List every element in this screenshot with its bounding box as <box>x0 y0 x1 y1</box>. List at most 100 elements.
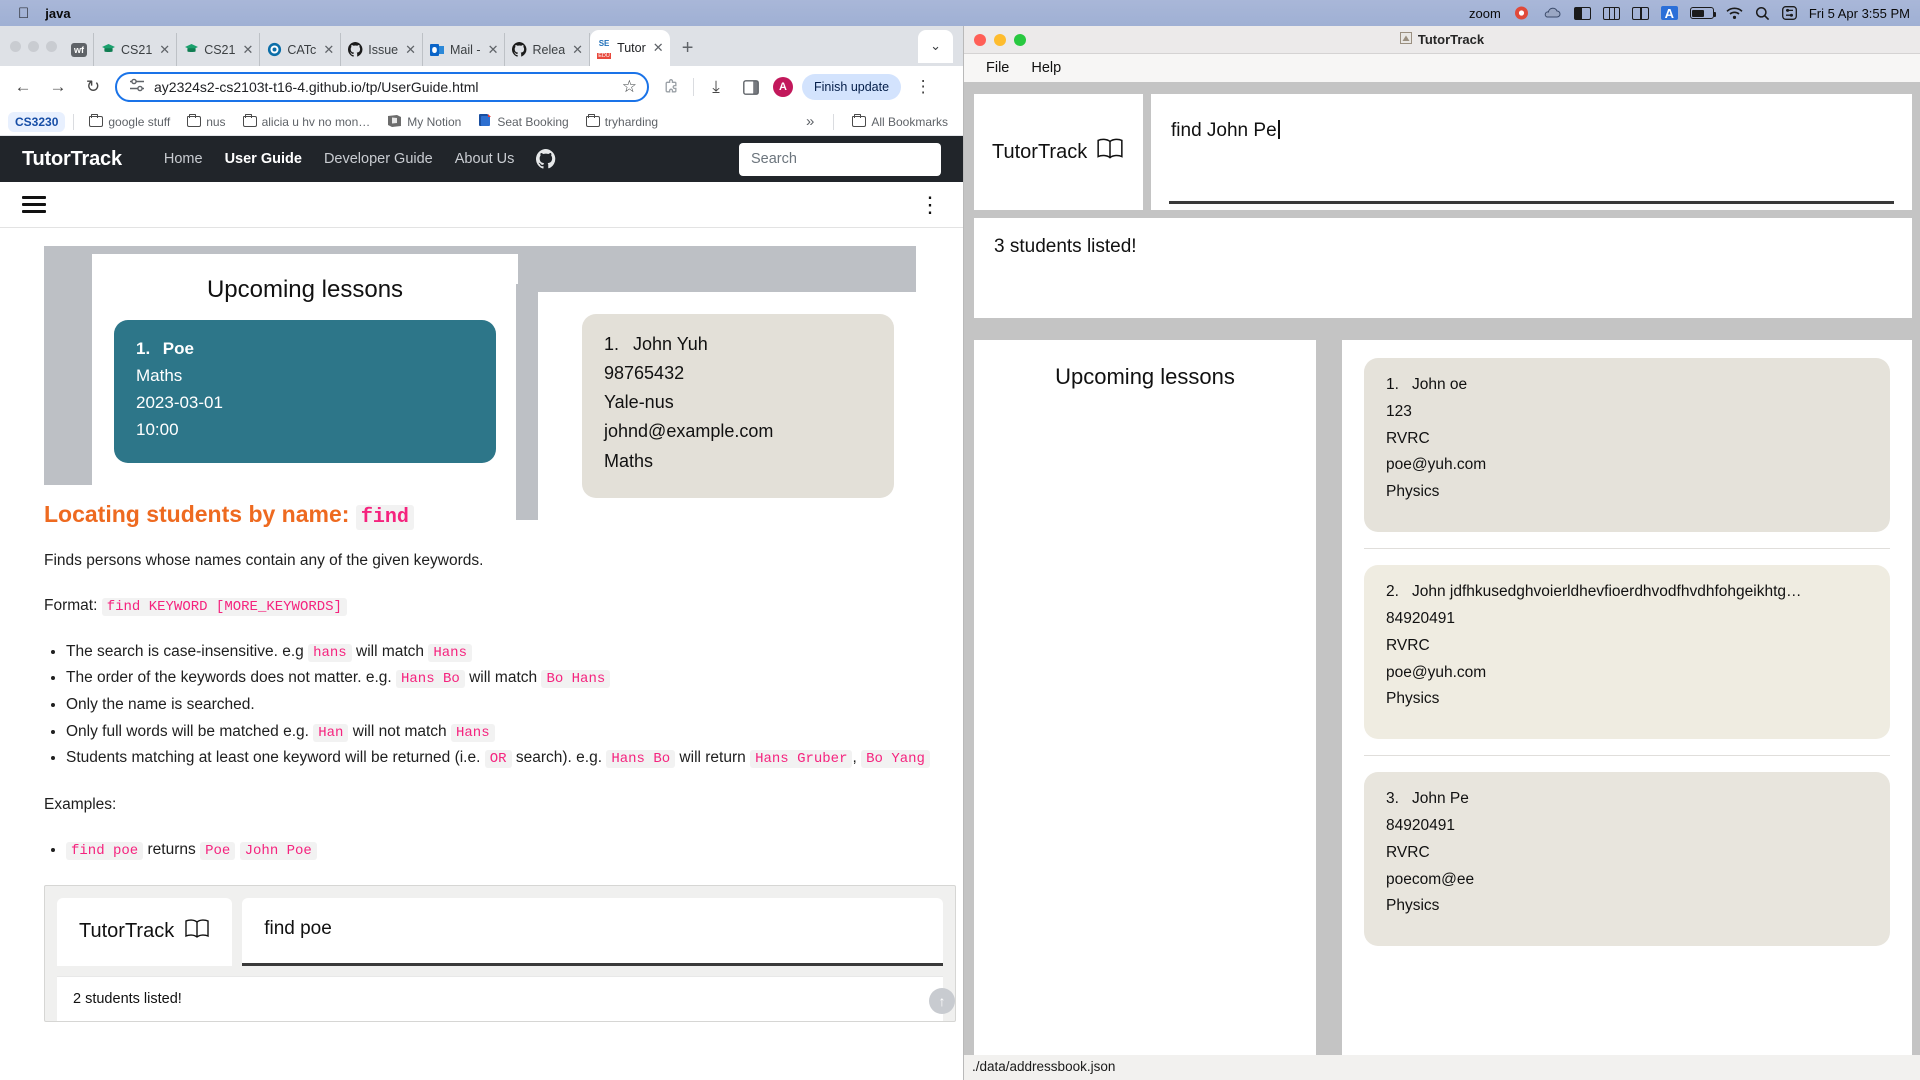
cloud-icon[interactable] <box>1542 6 1562 20</box>
download-icon[interactable]: ⤓ <box>703 74 729 100</box>
bookmark-folder-alicia[interactable]: alicia u hv no mon… <box>236 112 378 132</box>
nav-link-developer-guide[interactable]: Developer Guide <box>324 151 433 167</box>
zoom-status-label[interactable]: zoom <box>1469 6 1501 21</box>
screen-mirroring-icon[interactable] <box>1574 7 1591 20</box>
inline-code: Hans <box>451 724 495 742</box>
person-card[interactable]: 3.John Pe84920491RVRCpoecom@eePhysics <box>1364 772 1890 946</box>
app-person-list[interactable]: 1.John oe123RVRCpoe@yuh.comPhysics 2.John… <box>1342 340 1912 1055</box>
grid-layout-icon[interactable] <box>1603 7 1620 20</box>
bookmark-seat-booking[interactable]: Seat Booking <box>471 110 575 133</box>
person-subject: Maths <box>604 447 872 476</box>
scroll-to-top-button[interactable]: ↑ <box>929 988 955 1014</box>
site-search-input[interactable]: Search <box>739 143 941 176</box>
folder-icon <box>89 116 103 127</box>
screenshot-person-panel: 1. John Yuh 98765432 Yale-nus johnd@exam… <box>516 284 916 520</box>
browser-toolbar: ← → ↻ ay2324s2-cs2103t-t16-4.github.io/t… <box>0 66 963 108</box>
close-tab-icon[interactable]: ✕ <box>323 42 334 58</box>
close-tab-icon[interactable]: ✕ <box>405 42 416 58</box>
profile-avatar[interactable]: A <box>773 77 793 97</box>
site-settings-icon[interactable] <box>129 78 145 97</box>
menu-file[interactable]: File <box>986 60 1009 76</box>
tab-search-chevron-icon[interactable]: ⌄ <box>918 30 953 63</box>
folder-icon <box>187 116 201 127</box>
hamburger-icon[interactable] <box>22 192 46 217</box>
tab-cs21-1[interactable]: CS21 ✕ <box>94 33 177 66</box>
maximize-button[interactable] <box>46 41 57 52</box>
inline-code: Bo Hans <box>541 670 610 688</box>
minimize-button[interactable] <box>28 41 39 52</box>
find-rule-item: Only full words will be matched e.g. Han… <box>66 719 944 746</box>
book-icon <box>184 918 210 946</box>
search-icon[interactable] <box>1755 6 1770 21</box>
chrome-menu-button[interactable]: ⋮ <box>910 74 936 100</box>
wifi-icon[interactable] <box>1726 7 1743 20</box>
inline-text: will not match <box>348 723 451 740</box>
extensions-icon[interactable] <box>658 74 684 100</box>
person-name-row: 1.John oe <box>1386 372 1868 399</box>
person-address: Yale-nus <box>604 388 872 417</box>
bookmark-folder-google-stuff[interactable]: google stuff <box>82 112 177 132</box>
nav-link-home[interactable]: Home <box>164 151 203 167</box>
menu-bar-clock[interactable]: Fri 5 Apr 3:55 PM <box>1809 6 1910 21</box>
format-paragraph: Format: find KEYWORD [MORE_KEYWORDS] <box>44 594 944 618</box>
forward-button[interactable]: → <box>45 74 71 100</box>
split-view-icon[interactable] <box>1632 7 1649 20</box>
new-tab-button[interactable]: + <box>670 37 706 66</box>
battery-icon[interactable] <box>1690 7 1714 19</box>
folder-icon <box>243 116 257 127</box>
nav-link-about-us[interactable]: About Us <box>455 151 515 167</box>
macos-status-items: zoom A Fri 5 Apr 3:55 PM <box>1469 5 1910 21</box>
inline-app-result-text: 2 students listed! <box>57 976 943 1021</box>
tab-mail[interactable]: Mail - ✕ <box>423 33 505 66</box>
input-source-badge[interactable]: A <box>1661 6 1678 20</box>
examples-list: find poe returns Poe John Poe <box>66 837 944 864</box>
close-tab-icon[interactable]: ✕ <box>488 42 499 58</box>
tab-cs21-2[interactable]: CS21 ✕ <box>177 33 260 66</box>
lesson-name-row: 1. Poe <box>136 336 474 363</box>
bookmarks-bar-right: » All Bookmarks <box>798 112 955 132</box>
apple-logo-icon[interactable]:  <box>18 6 29 21</box>
bookmark-my-notion[interactable]: My Notion <box>380 111 468 133</box>
site-brand[interactable]: TutorTrack <box>22 148 122 171</box>
tab-issues[interactable]: Issue ✕ <box>341 33 423 66</box>
record-icon[interactable] <box>1513 5 1530 21</box>
tab-pinned-wf[interactable]: wf <box>65 33 94 66</box>
inline-app-command-input[interactable]: find poe <box>242 898 943 966</box>
close-tab-icon[interactable]: ✕ <box>159 42 170 58</box>
finish-update-button[interactable]: Finish update <box>802 74 901 100</box>
tab-releases[interactable]: Relea ✕ <box>505 33 590 66</box>
bookmark-folder-nus[interactable]: nus <box>180 112 232 132</box>
bookmark-cs3230[interactable]: CS3230 <box>8 112 65 132</box>
back-button[interactable]: ← <box>10 74 36 100</box>
bookmarks-divider <box>833 114 834 130</box>
bookmark-label: tryharding <box>605 115 658 129</box>
lesson-student-name: Poe <box>163 339 194 358</box>
reload-button[interactable]: ↻ <box>80 74 106 100</box>
address-bar[interactable]: ay2324s2-cs2103t-t16-4.github.io/tp/User… <box>115 72 649 102</box>
bookmark-star-icon[interactable]: ☆ <box>622 77 637 97</box>
person-card[interactable]: 2.John jdfhkusedghvoierldhevfioerdhvodfh… <box>1364 565 1890 739</box>
close-tab-icon[interactable]: ✕ <box>653 40 664 56</box>
vertical-dots-icon[interactable]: ⋮ <box>919 199 941 210</box>
menu-help[interactable]: Help <box>1031 60 1061 76</box>
person-name: John oe <box>1412 372 1467 399</box>
control-center-icon[interactable] <box>1782 6 1797 20</box>
app-command-input[interactable]: find John Pe <box>1151 94 1912 210</box>
inline-code: find poe <box>66 842 143 860</box>
section-heading-command: find <box>356 505 414 530</box>
tab-catc[interactable]: CATc ✕ <box>260 33 341 66</box>
window-controls[interactable] <box>6 26 65 66</box>
inline-app-command-value: find poe <box>264 918 332 939</box>
close-tab-icon[interactable]: ✕ <box>572 42 583 58</box>
tab-tutortrack-userguide[interactable]: SE EDU Tutor ✕ <box>590 30 670 66</box>
side-panel-icon[interactable] <box>738 74 764 100</box>
person-card[interactable]: 1.John oe123RVRCpoe@yuh.comPhysics <box>1364 358 1890 532</box>
bookmarks-overflow-button[interactable]: » <box>798 113 822 130</box>
person-email: poe@yuh.com <box>1386 452 1868 479</box>
github-icon[interactable] <box>536 149 556 169</box>
all-bookmarks-button[interactable]: All Bookmarks <box>845 112 955 132</box>
close-tab-icon[interactable]: ✕ <box>242 42 253 58</box>
close-button[interactable] <box>10 41 21 52</box>
bookmark-folder-tryharding[interactable]: tryharding <box>579 112 665 132</box>
nav-link-user-guide[interactable]: User Guide <box>225 151 302 167</box>
